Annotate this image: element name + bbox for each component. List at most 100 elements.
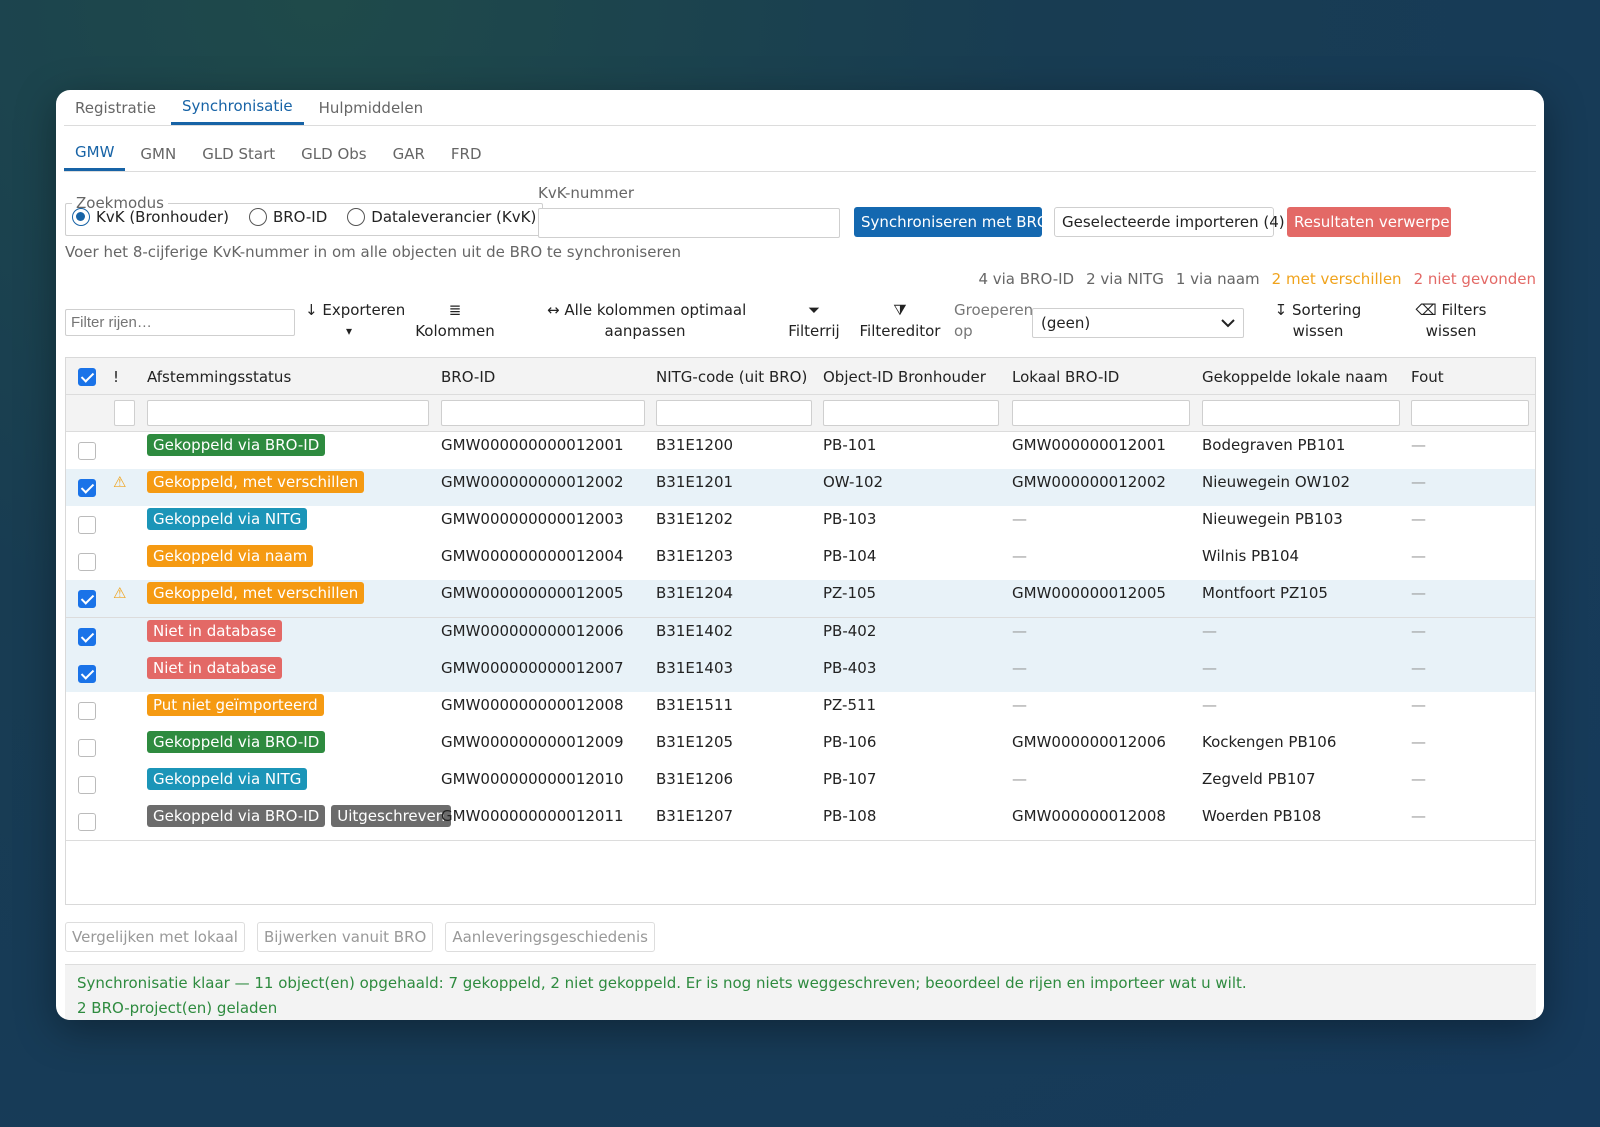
table-row[interactable]: Gekoppeld via NITG GMW000000000012003 B31E… [66,506,1535,545]
status-cell: Niet in database [147,655,288,681]
status-cell: Gekoppeld via BRO-ID [147,432,331,458]
cell-nitg-code: B31E1203 [656,547,734,566]
row-checkbox[interactable] [78,766,96,804]
col-lokaal-bro-id[interactable]: Lokaal BRO-ID [1012,358,1119,395]
col-object-id[interactable]: Object-ID Bronhouder [823,358,986,395]
filter-warning[interactable] [114,400,135,426]
col-fout[interactable]: Fout [1411,358,1444,395]
stat-verschillen: 2 met verschillen [1271,270,1402,288]
filter-bro-id[interactable] [441,400,645,426]
cell-object-id: PB-403 [823,658,877,677]
cell-lokaal-bro-id: — [1012,510,1027,529]
col-nitg-code[interactable]: NITG-code (uit BRO) [656,358,807,395]
tab-gmw[interactable]: GMW [64,136,126,171]
col-warning[interactable]: ! [113,358,119,395]
cell-nitg-code: B31E1402 [656,621,734,640]
group-by-select[interactable]: (geen) [1032,308,1244,338]
select-all-checkbox[interactable] [78,358,96,395]
row-checkbox[interactable] [78,580,96,618]
warning-icon: ⚠ [113,584,127,603]
cell-nitg-code: B31E1200 [656,436,734,454]
tab-hulpmiddelen[interactable]: Hulpmiddelen [308,90,434,125]
columns-button[interactable]: ≣ Kolommen [415,300,495,342]
col-afstemmingsstatus[interactable]: Afstemmingsstatus [147,358,291,395]
radio-dataleverancier[interactable]: Dataleverancier (KvK) [347,208,536,226]
status-badge: Gekoppeld via naam [147,545,314,568]
table-row[interactable]: Put niet geïmporteerd GMW000000000012008 B… [66,691,1535,730]
status-cell: Gekoppeld via BRO-ID Uitgeschreven [147,803,457,829]
tab-gld-start[interactable]: GLD Start [191,136,286,171]
compare-local-button[interactable]: Vergelijken met lokaal [65,922,245,952]
row-checkbox[interactable] [78,469,96,507]
export-button[interactable]: ↓ Exporteren ▾ [305,300,405,342]
table-row[interactable]: Gekoppeld via BRO-ID GMW000000000012009 B3… [66,728,1535,767]
row-checkbox[interactable] [78,432,96,470]
cell-nitg-code: B31E1206 [656,769,734,788]
radio-kvk-bronhouder[interactable]: KvK (Bronhouder) [72,208,229,226]
tab-registratie[interactable]: Registratie [64,90,167,125]
cell-fout: — [1411,807,1426,825]
filter-row-button[interactable]: ⏷ Filterrij [785,300,843,342]
tab-gmn[interactable]: GMN [129,136,187,171]
table-row[interactable]: ⚠ Gekoppeld, met verschillen GMW0000000000… [66,469,1535,508]
row-checkbox[interactable] [78,655,96,693]
group-by-label: Groeperen op [954,300,1033,342]
import-selected-button[interactable]: Geselecteerde importeren (4) [1054,207,1285,237]
tab-gar[interactable]: GAR [382,136,436,171]
cell-fout: — [1411,732,1426,751]
table-row[interactable]: Gekoppeld via BRO-ID GMW000000000012001 B3… [66,432,1535,470]
filter-rows-input[interactable] [65,309,295,336]
cell-lokaal-bro-id: — [1012,695,1027,714]
filter-fout[interactable] [1411,400,1529,426]
grid-header: ! Afstemmingsstatus BRO-ID NITG-code (ui… [66,358,1535,395]
delivery-history-button[interactable]: Aanleveringsgeschiedenis [445,922,655,952]
row-checkbox[interactable] [78,543,96,581]
table-row[interactable]: Niet in database GMW000000000012007 B31E14… [66,654,1535,693]
cell-lokaal-bro-id: GMW000000012006 [1012,732,1166,751]
autosize-columns-button[interactable]: ↔ Alle kolommen optimaal aanpassen [547,300,746,342]
sync-button[interactable]: Synchroniseren met BRO [854,207,1049,237]
cell-nitg-code: B31E1205 [656,732,734,751]
tab-synchronisatie[interactable]: Synchronisatie [171,90,304,125]
filter-object-id[interactable] [823,400,999,426]
cell-gekoppelde-naam: — [1202,658,1217,677]
cell-gekoppelde-naam: Woerden PB108 [1202,807,1322,825]
row-checkbox[interactable] [78,618,96,656]
filter-gekoppelde-naam[interactable] [1202,400,1400,426]
table-row[interactable]: Niet in database GMW000000000012006 B31E14… [66,617,1535,656]
filter-afstemmingsstatus[interactable] [147,400,429,426]
cell-gekoppelde-naam: Zegveld PB107 [1202,769,1316,788]
row-checkbox[interactable] [78,692,96,730]
stat-bro-id: 4 via BRO-ID [978,270,1075,288]
cell-lokaal-bro-id: GMW000000012002 [1012,473,1166,492]
filter-lokaal-bro-id[interactable] [1012,400,1190,426]
table-row[interactable]: Gekoppeld via NITG GMW000000000012010 B31E… [66,765,1535,804]
cell-bro-id: GMW000000000012008 [441,695,624,714]
row-checkbox[interactable] [78,803,96,841]
col-bro-id[interactable]: BRO-ID [441,358,495,395]
filter-editor-button[interactable]: ⧩ Filtereditor [859,300,941,342]
tab-gld-obs[interactable]: GLD Obs [290,136,377,171]
tab-frd[interactable]: FRD [440,136,493,171]
cell-gekoppelde-naam: — [1202,621,1217,640]
table-row[interactable]: Gekoppeld via naam GMW000000000012004 B31E… [66,543,1535,582]
clear-sort-label-2: wissen [1292,322,1344,340]
row-checkbox[interactable] [78,506,96,544]
radio-bro-id[interactable]: BRO-ID [248,208,327,226]
update-from-bro-button[interactable]: Bijwerken vanuit BRO [256,922,434,952]
col-gekoppelde-naam[interactable]: Gekoppelde lokale naam [1202,358,1388,395]
cell-bro-id: GMW000000000012011 [441,807,624,825]
cell-gekoppelde-naam: — [1202,695,1217,714]
group-by-label-1: Groeperen [954,301,1034,319]
cell-fout: — [1411,473,1426,492]
clear-filters-button[interactable]: ⌫ Filters wissen [1409,300,1493,342]
kvk-input[interactable] [538,208,840,238]
reject-results-button[interactable]: Resultaten verwerpen [1287,207,1459,237]
row-checkbox[interactable] [78,729,96,767]
table-row[interactable]: Gekoppeld via BRO-ID Uitgeschreven GMW0000… [66,803,1535,841]
cell-bro-id: GMW000000000012005 [441,584,624,603]
clear-sort-button[interactable]: ↧ Sortering wissen [1271,300,1365,342]
cell-gekoppelde-naam: Kockengen PB106 [1202,732,1337,751]
table-row[interactable]: ⚠ Gekoppeld, met verschillen GMW0000000000… [66,580,1535,619]
filter-nitg-code[interactable] [656,400,812,426]
